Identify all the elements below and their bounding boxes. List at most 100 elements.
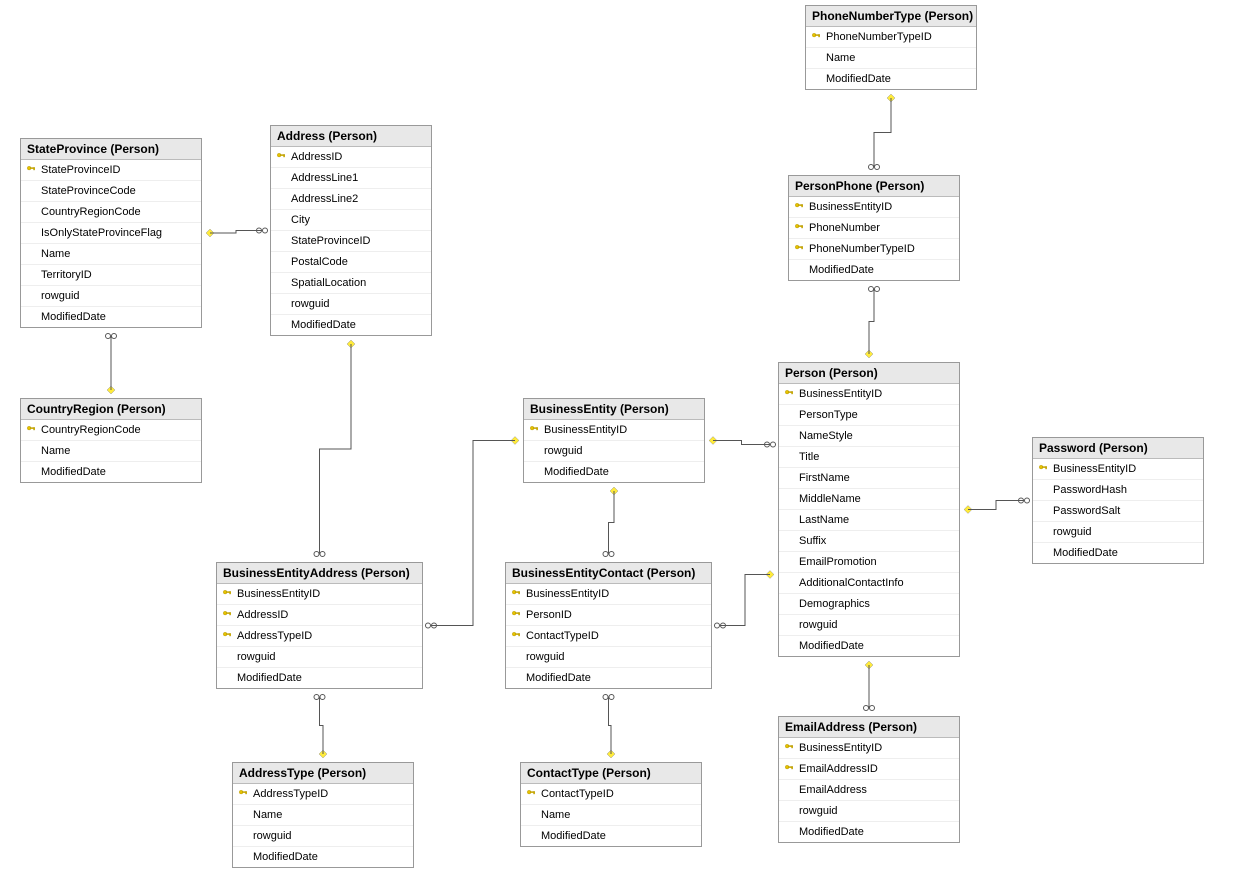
entity-addresstype[interactable]: AddressType (Person)AddressTypeIDNamerow… bbox=[232, 762, 414, 868]
column-row[interactable]: AddressTypeID bbox=[217, 626, 422, 647]
column-name: TerritoryID bbox=[39, 269, 92, 281]
column-row[interactable]: AddressID bbox=[271, 147, 431, 168]
column-name: rowguid bbox=[251, 830, 292, 842]
column-row[interactable]: ModifiedDate bbox=[789, 260, 959, 280]
column-name: Name bbox=[251, 809, 282, 821]
column-row[interactable]: PasswordSalt bbox=[1033, 501, 1203, 522]
column-row[interactable]: City bbox=[271, 210, 431, 231]
entity-person[interactable]: Person (Person)BusinessEntityIDPersonTyp… bbox=[778, 362, 960, 657]
column-row[interactable]: PhoneNumberTypeID bbox=[789, 239, 959, 260]
column-row[interactable]: AddressTypeID bbox=[233, 784, 413, 805]
column-row[interactable]: BusinessEntityID bbox=[789, 197, 959, 218]
column-row[interactable]: BusinessEntityID bbox=[1033, 459, 1203, 480]
entity-phonenumbertype[interactable]: PhoneNumberType (Person)PhoneNumberTypeI… bbox=[805, 5, 977, 90]
column-row[interactable]: ModifiedDate bbox=[779, 822, 959, 842]
column-row[interactable]: ModifiedDate bbox=[1033, 543, 1203, 563]
column-row[interactable]: PostalCode bbox=[271, 252, 431, 273]
column-row[interactable]: ModifiedDate bbox=[271, 315, 431, 335]
column-row[interactable]: ModifiedDate bbox=[506, 668, 711, 688]
column-row[interactable]: rowguid bbox=[217, 647, 422, 668]
column-row[interactable]: StateProvinceID bbox=[21, 160, 201, 181]
column-row[interactable]: Name bbox=[806, 48, 976, 69]
column-name: ModifiedDate bbox=[524, 672, 591, 684]
column-row[interactable]: ContactTypeID bbox=[521, 784, 701, 805]
column-row[interactable]: rowguid bbox=[779, 615, 959, 636]
entity-address[interactable]: Address (Person)AddressIDAddressLine1Add… bbox=[270, 125, 432, 336]
column-name: ContactTypeID bbox=[539, 788, 614, 800]
column-row[interactable]: rowguid bbox=[233, 826, 413, 847]
column-row[interactable]: MiddleName bbox=[779, 489, 959, 510]
column-row[interactable]: rowguid bbox=[21, 286, 201, 307]
entity-personphone[interactable]: PersonPhone (Person)BusinessEntityIDPhon… bbox=[788, 175, 960, 281]
column-name: rowguid bbox=[289, 298, 330, 310]
column-row[interactable]: BusinessEntityID bbox=[779, 738, 959, 759]
column-row[interactable]: PasswordHash bbox=[1033, 480, 1203, 501]
entity-contacttype[interactable]: ContactType (Person)ContactTypeIDNameMod… bbox=[520, 762, 702, 847]
column-row[interactable]: Demographics bbox=[779, 594, 959, 615]
column-row[interactable]: ModifiedDate bbox=[779, 636, 959, 656]
column-row[interactable]: Name bbox=[21, 441, 201, 462]
column-row[interactable]: PhoneNumber bbox=[789, 218, 959, 239]
primary-key-icon bbox=[23, 425, 39, 435]
column-row[interactable]: ModifiedDate bbox=[521, 826, 701, 846]
column-row[interactable]: ModifiedDate bbox=[21, 462, 201, 482]
column-row[interactable]: PhoneNumberTypeID bbox=[806, 27, 976, 48]
column-row[interactable]: BusinessEntityID bbox=[506, 584, 711, 605]
column-name: ModifiedDate bbox=[542, 466, 609, 478]
column-row[interactable]: rowguid bbox=[271, 294, 431, 315]
column-row[interactable]: PersonID bbox=[506, 605, 711, 626]
column-row[interactable]: CountryRegionCode bbox=[21, 420, 201, 441]
column-row[interactable]: Name bbox=[521, 805, 701, 826]
column-row[interactable]: StateProvinceCode bbox=[21, 181, 201, 202]
column-row[interactable]: CountryRegionCode bbox=[21, 202, 201, 223]
column-row[interactable]: Suffix bbox=[779, 531, 959, 552]
column-row[interactable]: Name bbox=[233, 805, 413, 826]
column-row[interactable]: BusinessEntityID bbox=[524, 420, 704, 441]
column-row[interactable]: AddressLine1 bbox=[271, 168, 431, 189]
column-row[interactable]: ModifiedDate bbox=[524, 462, 704, 482]
column-row[interactable]: rowguid bbox=[524, 441, 704, 462]
column-row[interactable]: NameStyle bbox=[779, 426, 959, 447]
column-row[interactable]: Title bbox=[779, 447, 959, 468]
column-row[interactable]: SpatialLocation bbox=[271, 273, 431, 294]
column-row[interactable]: IsOnlyStateProvinceFlag bbox=[21, 223, 201, 244]
entity-businessentitycontact[interactable]: BusinessEntityContact (Person)BusinessEn… bbox=[505, 562, 712, 689]
column-row[interactable]: PersonType bbox=[779, 405, 959, 426]
entity-countryregion[interactable]: CountryRegion (Person)CountryRegionCodeN… bbox=[20, 398, 202, 483]
column-name: ModifiedDate bbox=[1051, 547, 1118, 559]
entity-businessentity[interactable]: BusinessEntity (Person)BusinessEntityIDr… bbox=[523, 398, 705, 483]
column-name: StateProvinceID bbox=[289, 235, 370, 247]
primary-key-icon bbox=[791, 244, 807, 254]
column-row[interactable]: FirstName bbox=[779, 468, 959, 489]
column-row[interactable]: Name bbox=[21, 244, 201, 265]
column-name: Name bbox=[824, 52, 855, 64]
column-row[interactable]: rowguid bbox=[1033, 522, 1203, 543]
column-row[interactable]: ContactTypeID bbox=[506, 626, 711, 647]
entity-password[interactable]: Password (Person)BusinessEntityIDPasswor… bbox=[1032, 437, 1204, 564]
column-row[interactable]: AddressID bbox=[217, 605, 422, 626]
column-name: AddressTypeID bbox=[251, 788, 328, 800]
entity-businessentityaddress[interactable]: BusinessEntityAddress (Person)BusinessEn… bbox=[216, 562, 423, 689]
column-row[interactable]: BusinessEntityID bbox=[779, 384, 959, 405]
column-row[interactable]: ModifiedDate bbox=[806, 69, 976, 89]
column-row[interactable]: EmailPromotion bbox=[779, 552, 959, 573]
column-row[interactable]: TerritoryID bbox=[21, 265, 201, 286]
column-row[interactable]: ModifiedDate bbox=[21, 307, 201, 327]
column-row[interactable]: AdditionalContactInfo bbox=[779, 573, 959, 594]
column-name: StateProvinceCode bbox=[39, 185, 136, 197]
column-row[interactable]: BusinessEntityID bbox=[217, 584, 422, 605]
column-row[interactable]: EmailAddressID bbox=[779, 759, 959, 780]
entity-emailaddress[interactable]: EmailAddress (Person)BusinessEntityIDEma… bbox=[778, 716, 960, 843]
column-row[interactable]: rowguid bbox=[779, 801, 959, 822]
column-row[interactable]: ModifiedDate bbox=[217, 668, 422, 688]
column-row[interactable]: ModifiedDate bbox=[233, 847, 413, 867]
column-row[interactable]: EmailAddress bbox=[779, 780, 959, 801]
column-name: rowguid bbox=[797, 619, 838, 631]
entity-stateprovince[interactable]: StateProvince (Person)StateProvinceIDSta… bbox=[20, 138, 202, 328]
primary-key-icon bbox=[808, 32, 824, 42]
column-row[interactable]: rowguid bbox=[506, 647, 711, 668]
column-row[interactable]: LastName bbox=[779, 510, 959, 531]
column-row[interactable]: StateProvinceID bbox=[271, 231, 431, 252]
column-row[interactable]: AddressLine2 bbox=[271, 189, 431, 210]
primary-key-icon bbox=[508, 589, 524, 599]
